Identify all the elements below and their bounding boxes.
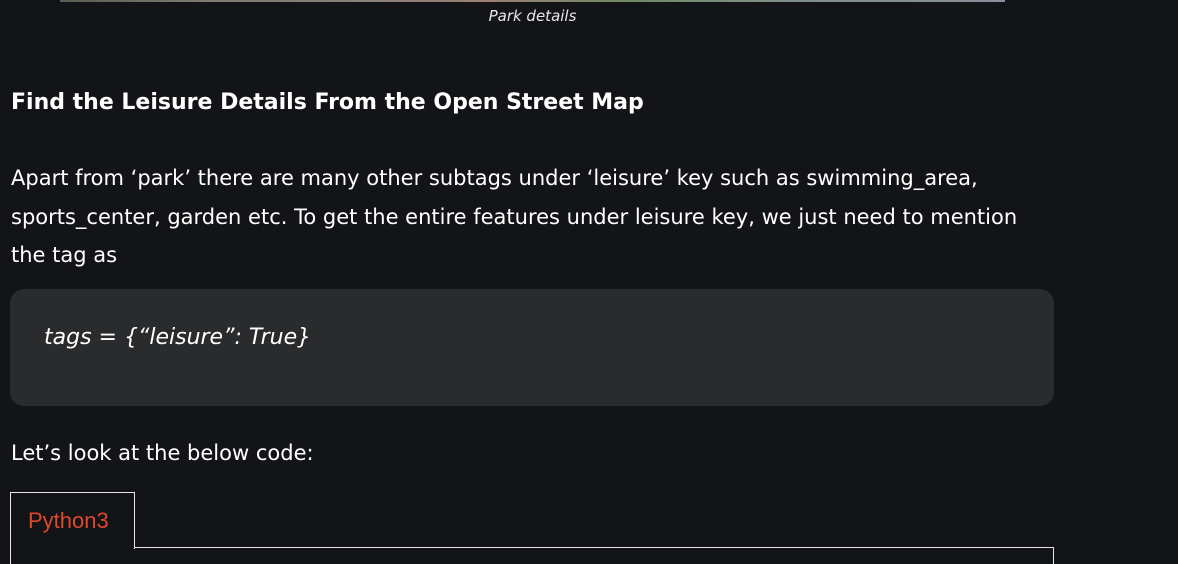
body-paragraph-2: Let’s look at the below code: bbox=[11, 441, 314, 465]
code-snippet-text: tags = {“leisure”: True} bbox=[44, 325, 312, 350]
tab-python3[interactable]: Python3 bbox=[10, 492, 135, 549]
tab-python3-label: Python3 bbox=[28, 508, 109, 533]
park-map-image bbox=[60, 0, 1005, 2]
image-caption: Park details bbox=[488, 7, 577, 25]
code-snippet-block: tags = {“leisure”: True} bbox=[10, 289, 1054, 406]
section-heading: Find the Leisure Details From the Open S… bbox=[11, 90, 644, 115]
code-tab-panel bbox=[10, 547, 1054, 564]
body-paragraph: Apart from ‘park’ there are many other s… bbox=[11, 166, 1018, 267]
article-page: Park details Find the Leisure Details Fr… bbox=[0, 0, 1178, 564]
